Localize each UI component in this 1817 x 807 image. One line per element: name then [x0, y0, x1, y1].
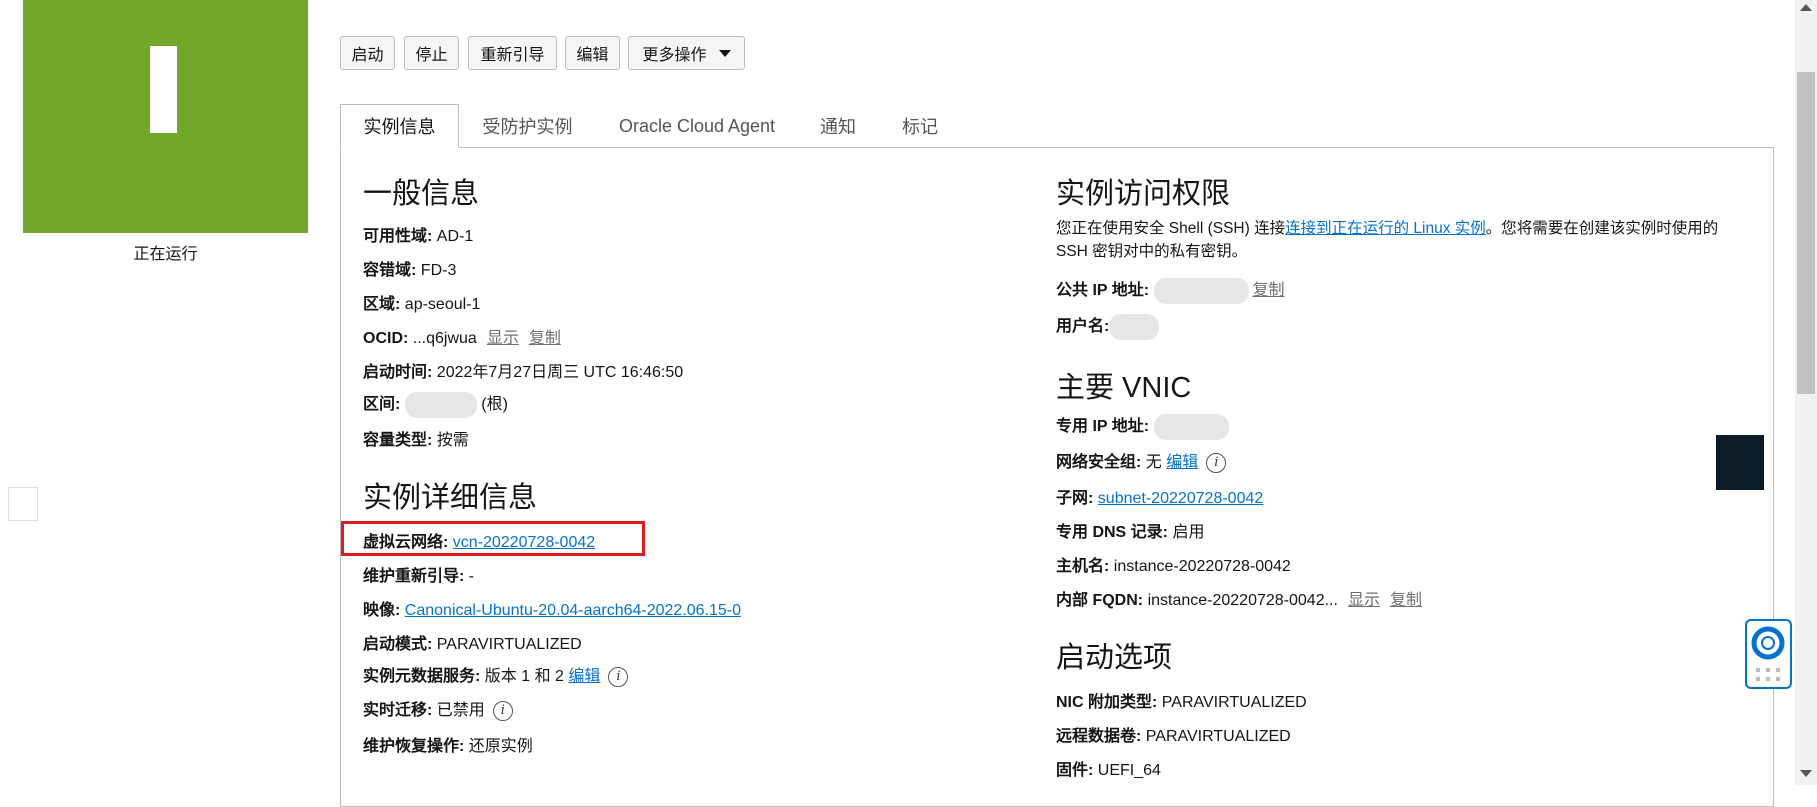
public-ip-copy-link[interactable]: 复制 — [1253, 282, 1285, 299]
username-row: 用户名: — [1056, 312, 1160, 340]
fqdn-show-link[interactable]: 显示 — [1348, 592, 1380, 609]
internal-fqdn-row: 内部 FQDN: instance-20220728-0042... 显示 复制 — [1056, 592, 1422, 609]
recovery-action-row: 维护恢复操作: 还原实例 — [363, 738, 533, 755]
access-description: 您正在使用安全 Shell (SSH) 连接连接到正在运行的 Linux 实例。… — [1056, 220, 1719, 237]
info-icon[interactable]: i — [492, 700, 513, 721]
lifebuoy-icon — [1751, 626, 1785, 681]
image-row: 映像: Canonical-Ubuntu-20.04-aarch64-2022.… — [363, 602, 742, 619]
tab-tags[interactable]: 标记 — [890, 104, 950, 148]
instance-letter-icon — [150, 46, 177, 133]
tab-instance-info[interactable]: 实例信息 — [340, 104, 459, 148]
scroll-down-icon[interactable] — [1800, 770, 1812, 777]
redacted-public-ip — [1153, 277, 1249, 304]
stop-button[interactable]: 停止 — [404, 36, 459, 70]
tab-oracle-cloud-agent[interactable]: Oracle Cloud Agent — [608, 104, 786, 148]
capacity-type-row: 容量类型: 按需 — [363, 432, 469, 449]
fault-domain-row: 容错域: FD-3 — [363, 262, 457, 279]
chevron-down-icon — [718, 49, 731, 57]
subnet-link[interactable]: subnet-20220728-0042 — [1098, 490, 1263, 507]
general-info-title: 一般信息 — [363, 178, 480, 210]
metadata-edit-link[interactable]: 编辑 — [568, 668, 600, 685]
info-icon[interactable]: i — [1206, 452, 1227, 473]
scroll-up-icon[interactable] — [1800, 4, 1812, 11]
nic-attachment-row: NIC 附加类型: PARAVIRTUALIZED — [1056, 694, 1307, 711]
page-preview-thumbnail[interactable] — [8, 487, 38, 521]
ssh-doc-link[interactable]: 连接到正在运行的 Linux 实例 — [1285, 220, 1486, 237]
region-row: 区域: ap-seoul-1 — [363, 296, 481, 313]
instance-access-title: 实例访问权限 — [1056, 178, 1231, 210]
ocid-row: OCID: ...q6jwua 显示 复制 — [363, 330, 561, 347]
help-widget-button[interactable] — [1745, 619, 1792, 689]
redacted-compartment — [404, 391, 477, 418]
launch-time-row: 启动时间: 2022年7月27日周三 UTC 16:46:50 — [363, 364, 684, 381]
fqdn-copy-link[interactable]: 复制 — [1390, 592, 1422, 609]
start-button[interactable]: 启动 — [340, 36, 395, 70]
live-migration-row: 实时迁移: 已禁用 i — [363, 696, 513, 721]
preview-thumbnail[interactable] — [1716, 435, 1764, 490]
more-actions-button[interactable]: 更多操作 — [628, 36, 745, 70]
primary-vnic-title: 主要 VNIC — [1056, 372, 1192, 404]
edit-button[interactable]: 编辑 — [565, 36, 620, 70]
ocid-show-link[interactable]: 显示 — [487, 330, 519, 347]
nsg-row: 网络安全组: 无 编辑 i — [1056, 448, 1227, 473]
compartment-row: 区间: (根) — [363, 390, 508, 418]
launch-mode-row: 启动模式: PARAVIRTUALIZED — [363, 636, 582, 653]
redacted-private-ip — [1153, 413, 1229, 440]
ocid-copy-link[interactable]: 复制 — [529, 330, 561, 347]
instance-status-label: 正在运行 — [133, 246, 198, 263]
nsg-edit-link[interactable]: 编辑 — [1166, 454, 1198, 471]
scrollbar-thumb[interactable] — [1797, 72, 1815, 394]
availability-domain-row: 可用性域: AD-1 — [363, 228, 474, 245]
tab-shielded-instance[interactable]: 受防护实例 — [470, 104, 585, 148]
reboot-button[interactable]: 重新引导 — [468, 36, 557, 70]
maintenance-reboot-row: 维护重新引导: - — [363, 568, 475, 585]
firmware-row: 固件: UEFI_64 — [1056, 762, 1161, 779]
launch-options-title: 启动选项 — [1056, 642, 1173, 674]
highlight-box — [341, 521, 645, 556]
image-link[interactable]: Canonical-Ubuntu-20.04-aarch64-2022.06.1… — [405, 602, 741, 619]
instance-details-title: 实例详细信息 — [363, 482, 538, 514]
redacted-username — [1109, 313, 1160, 340]
metadata-service-row: 实例元数据服务: 版本 1 和 2 编辑 i — [363, 662, 629, 687]
tab-notifications[interactable]: 通知 — [808, 104, 868, 148]
private-ip-row: 专用 IP 地址: — [1056, 412, 1229, 440]
hostname-row: 主机名: instance-20220728-0042 — [1056, 558, 1291, 575]
access-description-line2: SSH 密钥对中的私有密钥。 — [1056, 243, 1248, 260]
public-ip-row: 公共 IP 地址: 复制 — [1056, 276, 1285, 304]
info-icon[interactable]: i — [608, 666, 629, 687]
subnet-row: 子网: subnet-20220728-0042 — [1056, 490, 1264, 507]
remote-volume-row: 远程数据卷: PARAVIRTUALIZED — [1056, 728, 1291, 745]
more-actions-label: 更多操作 — [642, 47, 707, 64]
private-dns-row: 专用 DNS 记录: 启用 — [1056, 524, 1205, 541]
